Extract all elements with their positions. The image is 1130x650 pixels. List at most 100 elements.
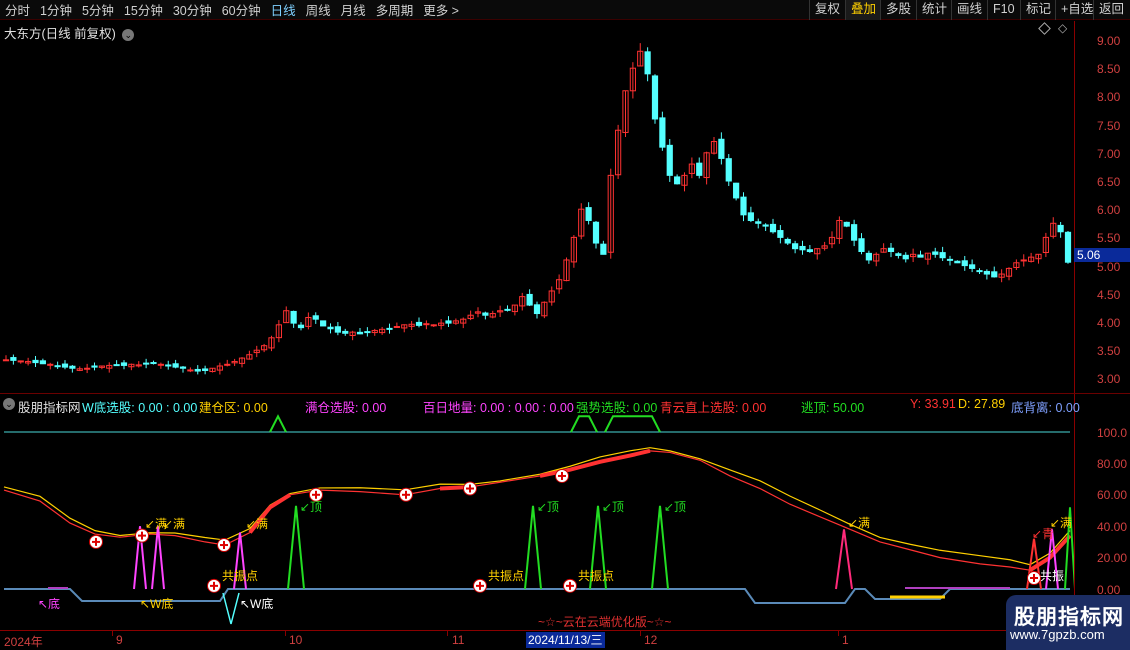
tab-30min[interactable]: 30分钟 — [168, 0, 217, 19]
candle-body — [592, 221, 600, 244]
candle-body — [755, 221, 762, 224]
candle-body — [10, 357, 17, 361]
tab-daily[interactable]: 日线 — [266, 0, 301, 19]
candle-body — [762, 224, 769, 227]
y-label: 9.00 — [1097, 34, 1121, 48]
candle-body — [983, 270, 990, 275]
overlay-button[interactable]: 叠加 — [845, 0, 882, 20]
candle-body — [320, 320, 327, 327]
candlestick-panel[interactable]: 大东方(日线 前复权) ⌄ ◇ — [0, 21, 1074, 393]
candle-body — [61, 363, 69, 368]
candle-body — [784, 238, 791, 244]
candle-body — [865, 252, 872, 261]
tab-5min[interactable]: 5分钟 — [77, 0, 119, 19]
candle-body — [976, 270, 983, 273]
candle-body — [843, 221, 850, 227]
annotation-ding: ↙顶 — [664, 500, 686, 514]
indicator-chart: ↙满↙满 ↙满↙顶 ↙顶 ↙顶 ↙顶↙满 ↙满↙青共振点 共振点 共振点 共振↖W底 ↖W底↖底 — [3, 414, 1074, 625]
annotation-wdi: ↖W底 — [240, 596, 273, 611]
candle-body — [932, 251, 939, 255]
candle-body — [902, 254, 909, 260]
restore-rights-button[interactable]: 复权 — [809, 0, 845, 20]
mark-button[interactable]: 标记 — [1020, 0, 1056, 20]
time-label: 1 — [842, 633, 849, 647]
annotation-gongzhen: 共振点 — [488, 569, 524, 583]
candle-body — [84, 367, 91, 370]
candle-body — [747, 212, 754, 221]
annotation-gongzhen: 共振点 — [578, 569, 614, 583]
candle-body — [39, 360, 46, 365]
y-label: 4.50 — [1097, 288, 1121, 302]
strong-signal — [604, 415, 661, 433]
ding-spike — [651, 505, 669, 590]
candle-body — [423, 323, 430, 326]
candle-body — [799, 245, 806, 251]
annotation-gongzhen: 共振 — [1040, 569, 1064, 583]
draw-line-button[interactable]: 画线 — [951, 0, 987, 20]
candle-body — [165, 364, 172, 367]
candle-body — [415, 321, 423, 326]
tab-multi-period[interactable]: 多周期 — [371, 0, 419, 19]
candle-body — [143, 362, 150, 365]
time-label: 2024年 — [4, 635, 43, 649]
time-tick — [640, 631, 641, 636]
strong-signal — [570, 415, 598, 433]
candle-body — [2, 359, 10, 362]
annotation-ding: ↙顶 — [537, 500, 559, 514]
candle-body — [290, 310, 297, 324]
tab-1min[interactable]: 1分钟 — [35, 0, 77, 19]
y-label: 60.00 — [1097, 488, 1128, 502]
candle-body — [851, 224, 858, 241]
chevron-right-icon[interactable]: ◇ — [1058, 21, 1067, 35]
candle-body — [445, 320, 452, 324]
tab-fenshi[interactable]: 分时 — [0, 0, 35, 19]
candle-body — [718, 138, 725, 159]
annotation-di: ↖底 — [38, 596, 60, 611]
tab-60min[interactable]: 60分钟 — [217, 0, 266, 19]
candle-body — [526, 293, 533, 306]
candle-body — [150, 362, 157, 365]
candle-body — [172, 363, 179, 368]
candle-body — [666, 144, 673, 176]
annotation-qing: ↙青 — [1032, 527, 1054, 541]
candle-body — [297, 324, 305, 329]
tab-weekly[interactable]: 周线 — [301, 0, 336, 19]
time-label: 10 — [289, 633, 303, 647]
toolbar: 分时 1分钟 5分钟 15分钟 30分钟 60分钟 日线 周线 月线 多周期 更… — [0, 0, 1130, 20]
tab-monthly[interactable]: 月线 — [336, 0, 371, 19]
ding-spike — [524, 505, 542, 590]
candle-body — [961, 260, 968, 267]
tab-more[interactable]: 更多 > — [418, 0, 464, 19]
y-label: 7.50 — [1097, 119, 1121, 133]
y-label: 3.00 — [1097, 372, 1121, 386]
candle-body — [725, 158, 732, 182]
candle-body — [917, 254, 924, 258]
candle-body — [17, 360, 24, 363]
price-axis-line — [1074, 21, 1075, 630]
annotation-man: ↙满 — [848, 516, 870, 530]
y-label: 40.00 — [1097, 520, 1128, 534]
ding-spike — [287, 505, 305, 590]
back-button[interactable]: 返回 — [1093, 0, 1129, 20]
candle-body — [674, 176, 681, 185]
add-favorite-button[interactable]: +自选 — [1055, 0, 1098, 20]
tab-15min[interactable]: 15分钟 — [119, 0, 168, 19]
candle-body — [334, 326, 341, 333]
candlestick-chart — [2, 43, 1072, 375]
time-tick — [285, 631, 286, 636]
version-caption: ~☆~云在云端优化版~☆~ — [538, 615, 672, 629]
y-label: 8.50 — [1097, 62, 1121, 76]
f10-button[interactable]: F10 — [987, 0, 1020, 20]
candle-body — [533, 304, 541, 315]
candle-body — [342, 330, 349, 334]
candle-body — [954, 260, 961, 264]
candle-body — [430, 324, 437, 327]
stats-button[interactable]: 统计 — [916, 0, 952, 20]
time-tick — [447, 631, 448, 636]
candle-body — [312, 315, 319, 320]
candle-body — [585, 207, 592, 221]
y-label: 5.50 — [1097, 231, 1121, 245]
candle-body — [659, 117, 666, 148]
multi-stock-button[interactable]: 多股 — [880, 0, 916, 20]
indicator-panel[interactable]: ↙满 ↙满 ↙满 ↙顶 ↙顶 ↙顶 ↙顶 ↙满 ↙满 ↙青 共振点 共振点 共振点 共振 ↖W底 ↖W底 ↖底 — [0, 394, 1074, 630]
